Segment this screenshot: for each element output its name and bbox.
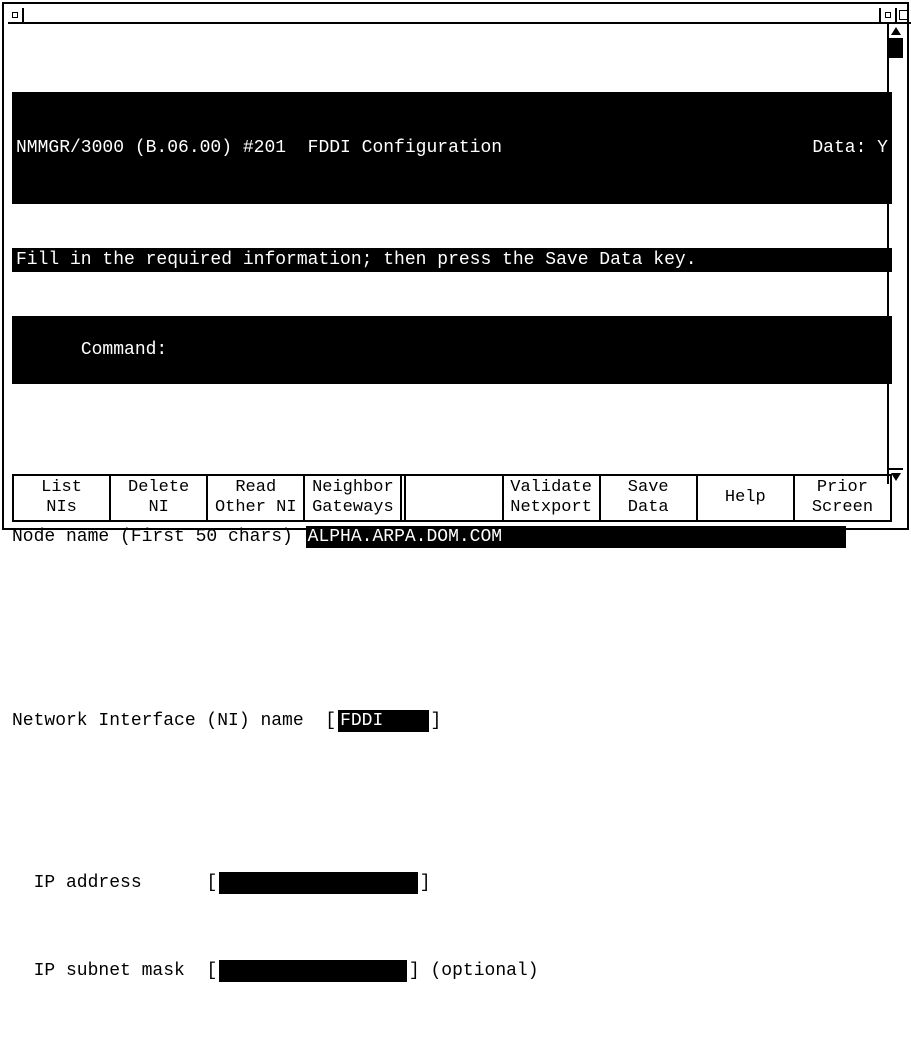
node-name-input[interactable]: ALPHA.ARPA.DOM.COM [306, 526, 846, 548]
softkey-label: Data [628, 498, 669, 518]
softkey-bar: List NIs Delete NI Read Other NI Neighbo… [12, 474, 892, 522]
softkey-label: Help [725, 488, 766, 508]
softkey-f3[interactable]: Read Other NI [206, 476, 303, 522]
softkey-label: Save [628, 478, 669, 498]
softkey-label: Neighbor [312, 478, 394, 498]
softkey-f6[interactable]: Validate Netxport [502, 476, 599, 522]
softkey-label: Delete [128, 478, 189, 498]
softkey-f8[interactable]: Help [696, 476, 793, 522]
softkey-f7[interactable]: Save Data [599, 476, 696, 522]
softkey-label: NI [148, 498, 168, 518]
ip-mask-optional: (optional) [420, 960, 539, 982]
softkey-label: Read [235, 478, 276, 498]
window-frame: NMMGR/3000 (B.06.00) #201 FDDI Configura… [2, 2, 909, 530]
ip-address-input[interactable] [219, 872, 417, 894]
softkey-label: List [41, 478, 82, 498]
softkey-label: Validate [510, 478, 592, 498]
terminal-content: NMMGR/3000 (B.06.00) #201 FDDI Configura… [12, 26, 892, 480]
ni-name-label: Network Interface (NI) name [12, 710, 325, 732]
app-title: NMMGR/3000 (B.06.00) #201 FDDI Configura… [16, 137, 502, 159]
softkey-label: NIs [46, 498, 77, 518]
header-line-2: Fill in the required information; then p… [12, 248, 892, 272]
data-flag: Data: Y [812, 137, 888, 159]
ni-name-row: Network Interface (NI) name [FDDI ] [12, 710, 892, 732]
command-label: Command: [81, 340, 167, 360]
softkey-label: Other NI [215, 498, 297, 518]
header-line-1: NMMGR/3000 (B.06.00) #201 FDDI Configura… [12, 92, 892, 204]
softkey-f1[interactable]: List NIs [12, 476, 109, 522]
node-name-label: Node name (First 50 chars) [12, 526, 304, 548]
softkey-label: Screen [812, 498, 873, 518]
softkey-f2[interactable]: Delete NI [109, 476, 206, 522]
ni-name-input[interactable]: FDDI [338, 710, 428, 732]
softkey-f5[interactable] [404, 476, 501, 522]
ip-mask-label: IP subnet mask [12, 960, 206, 982]
ip-address-row: IP address [ ] [12, 872, 892, 894]
softkey-f9[interactable]: Prior Screen [793, 476, 892, 522]
minimize-icon[interactable] [879, 8, 895, 22]
ip-mask-input[interactable] [219, 960, 407, 982]
softkey-label: Prior [817, 478, 868, 498]
softkey-f4[interactable]: Neighbor Gateways [303, 476, 400, 522]
header-line-3: Command: [12, 316, 892, 384]
maximize-icon[interactable] [895, 8, 911, 22]
ip-mask-row: IP subnet mask [ ] (optional) [12, 960, 892, 982]
softkey-label: Netxport [510, 498, 592, 518]
node-name-row: Node name (First 50 chars) ALPHA.ARPA.DO… [12, 526, 892, 548]
softkey-label: Gateways [312, 498, 394, 518]
ip-address-label: IP address [12, 872, 206, 894]
close-icon[interactable] [8, 8, 24, 22]
window-titlebar [8, 8, 911, 24]
